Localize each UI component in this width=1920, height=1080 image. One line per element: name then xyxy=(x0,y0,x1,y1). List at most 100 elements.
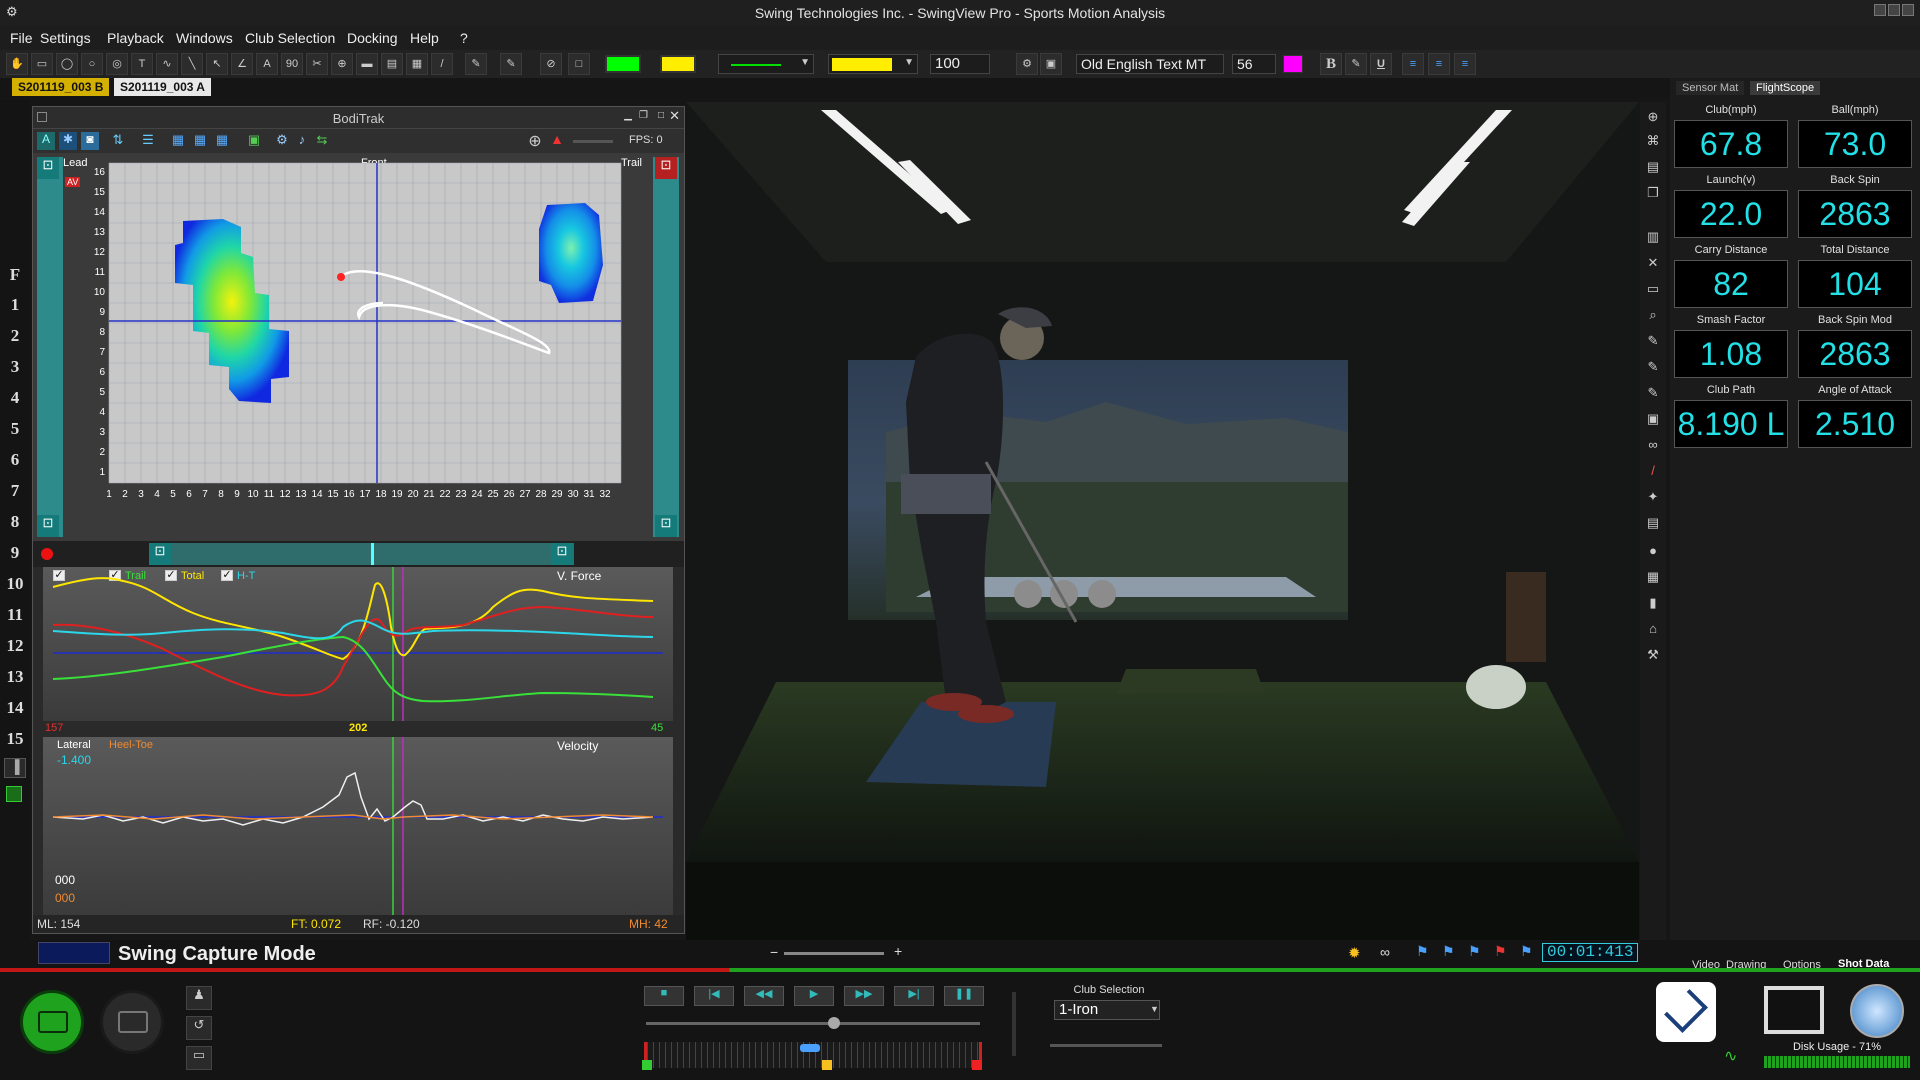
row-label[interactable]: 3 xyxy=(0,357,30,377)
grid-large-icon[interactable]: ▦ xyxy=(213,132,231,150)
menu-help[interactable]: Help xyxy=(410,30,439,46)
text-tool-icon[interactable]: T xyxy=(131,53,153,75)
list-icon[interactable]: ☰ xyxy=(139,132,157,150)
zoom-out-icon[interactable]: − xyxy=(770,944,778,960)
sound-icon[interactable]: ♪ xyxy=(293,132,311,150)
freehand-tool-icon[interactable]: ∿ xyxy=(156,53,178,75)
timeline-start-handle[interactable]: ⊡ xyxy=(149,543,171,565)
file-tab-b[interactable]: S201119_003 B xyxy=(12,78,110,96)
angle-tool-icon[interactable]: ∠ xyxy=(231,53,253,75)
row-label[interactable]: F xyxy=(0,265,30,285)
alert-icon[interactable]: ▲ xyxy=(547,131,567,151)
bold-button[interactable]: B xyxy=(1320,53,1342,75)
crosshair-icon[interactable]: ⊕ xyxy=(525,131,545,151)
row-label[interactable]: 12 xyxy=(0,636,30,656)
lock-icon[interactable]: ⌘ xyxy=(1644,132,1662,150)
lock-2-icon[interactable]: ▮ xyxy=(1644,594,1662,612)
close-icon[interactable]: ✕ xyxy=(669,108,680,124)
in-point-marker[interactable] xyxy=(642,1060,652,1070)
disc-icon[interactable] xyxy=(1850,984,1904,1038)
grid-medium-icon[interactable]: ▦ xyxy=(191,132,209,150)
brush-icon[interactable]: ✦ xyxy=(1644,488,1662,506)
line-width-input[interactable]: 100 xyxy=(930,54,990,74)
row-label[interactable]: 5 xyxy=(0,419,30,439)
menu-file[interactable]: File xyxy=(10,30,33,46)
row-label[interactable]: 15 xyxy=(0,729,30,749)
flag-4-icon[interactable]: ⚑ xyxy=(1494,943,1507,960)
row-label[interactable]: 2 xyxy=(0,326,30,346)
edit-icon[interactable]: ✎ xyxy=(1644,332,1662,350)
chart-icon[interactable]: ▣ xyxy=(245,132,263,150)
row-label[interactable]: 7 xyxy=(0,481,30,501)
flag-1-icon[interactable]: ⚑ xyxy=(1416,943,1429,960)
video-viewport[interactable] xyxy=(686,102,1639,940)
settings-icon[interactable]: ⚙ xyxy=(1016,53,1038,75)
align-center-icon[interactable]: ≡ xyxy=(1428,53,1450,75)
pen-2-icon[interactable]: ✎ xyxy=(500,53,522,75)
record-button[interactable] xyxy=(20,990,84,1054)
link-icon[interactable]: ⊘ xyxy=(540,53,562,75)
circle-tool-icon[interactable]: ○ xyxy=(81,53,103,75)
play-button[interactable]: ▶ xyxy=(794,986,834,1006)
font-select[interactable]: Old English Text MT xyxy=(1076,54,1224,74)
scissors-tool-icon[interactable]: ✂ xyxy=(306,53,328,75)
scrubber-thumb[interactable] xyxy=(800,1044,820,1052)
last-frame-button[interactable]: ▶| xyxy=(894,986,934,1006)
tab-flightscope[interactable]: FlightScope xyxy=(1750,81,1821,95)
timeline-end-handle[interactable]: ⊡ xyxy=(551,543,573,565)
row-label[interactable]: 4 xyxy=(0,388,30,408)
pointer-tool-icon[interactable]: ✋ xyxy=(6,53,28,75)
pen-tool-icon[interactable]: / xyxy=(431,53,453,75)
close-icon[interactable]: ✕ xyxy=(1644,254,1662,272)
menu-club-selection[interactable]: Club Selection xyxy=(245,30,335,46)
fill-color-picker[interactable] xyxy=(660,55,696,73)
row-label[interactable]: 13 xyxy=(0,667,30,687)
volume-slider[interactable] xyxy=(1012,992,1016,1056)
fullscreen-button[interactable] xyxy=(1764,986,1824,1034)
zoom-in-icon[interactable]: + xyxy=(894,943,902,959)
maximize-button[interactable] xyxy=(1888,4,1900,16)
club-select[interactable]: 1-Iron xyxy=(1054,1000,1160,1020)
rectangle-tool-icon[interactable]: ▭ xyxy=(31,53,53,75)
search-icon[interactable]: ⌕ xyxy=(1644,306,1662,324)
text-color-select[interactable]: ▼ xyxy=(828,54,918,74)
camera-icon[interactable]: ◙ xyxy=(81,132,99,150)
export-icon[interactable]: ⇆ xyxy=(313,132,331,150)
frame-icon[interactable]: □ xyxy=(568,53,590,75)
timeline-cursor[interactable] xyxy=(371,543,374,565)
save-icon[interactable]: ▣ xyxy=(1644,410,1662,428)
menu-about[interactable]: ? xyxy=(460,30,468,46)
arrow-tool-icon[interactable]: ↖ xyxy=(206,53,228,75)
menu-windows[interactable]: Windows xyxy=(176,30,233,46)
folder-icon[interactable]: ▤ xyxy=(1644,158,1662,176)
boditrak-logo-icon[interactable]: A xyxy=(37,132,55,150)
row-label[interactable]: 9 xyxy=(0,543,30,563)
restore-icon[interactable]: ❐ xyxy=(639,110,648,121)
file-tab-a[interactable]: S201119_003 A xyxy=(114,78,211,96)
timeline-icon[interactable]: ▐ xyxy=(4,758,26,778)
fps-slider[interactable] xyxy=(573,140,613,143)
current-marker[interactable] xyxy=(822,1060,832,1070)
pen-icon[interactable]: / xyxy=(1644,462,1662,480)
close-button[interactable] xyxy=(1902,4,1914,16)
menu-settings[interactable]: Settings xyxy=(40,30,91,46)
target-icon[interactable]: ⊕ xyxy=(1644,108,1662,126)
angle90-tool-icon[interactable]: 90 xyxy=(281,53,303,75)
grid-tool-icon[interactable]: ▦ xyxy=(406,53,428,75)
flag-5-icon[interactable]: ⚑ xyxy=(1520,943,1533,960)
golfer-icon[interactable]: ♟ xyxy=(186,986,212,1010)
color-pen-icon[interactable]: ✎ xyxy=(465,53,487,75)
club-slider[interactable] xyxy=(1050,1044,1162,1047)
playback-camera-button[interactable] xyxy=(100,990,164,1054)
flag-2-icon[interactable]: ⚑ xyxy=(1442,943,1455,960)
image-icon[interactable]: ▣ xyxy=(1040,53,1062,75)
align-left-icon[interactable]: ≡ xyxy=(1402,53,1424,75)
row-label[interactable]: 1 xyxy=(0,295,30,315)
out-point-marker[interactable] xyxy=(972,1060,982,1070)
pause-button[interactable]: ❚❚ xyxy=(944,986,984,1006)
monitor-icon[interactable]: ▭ xyxy=(186,1046,212,1070)
row-label[interactable]: 6 xyxy=(0,450,30,470)
timeline-track[interactable] xyxy=(149,543,574,565)
minimize-button[interactable] xyxy=(1874,4,1886,16)
font-color-picker[interactable] xyxy=(1283,55,1303,73)
